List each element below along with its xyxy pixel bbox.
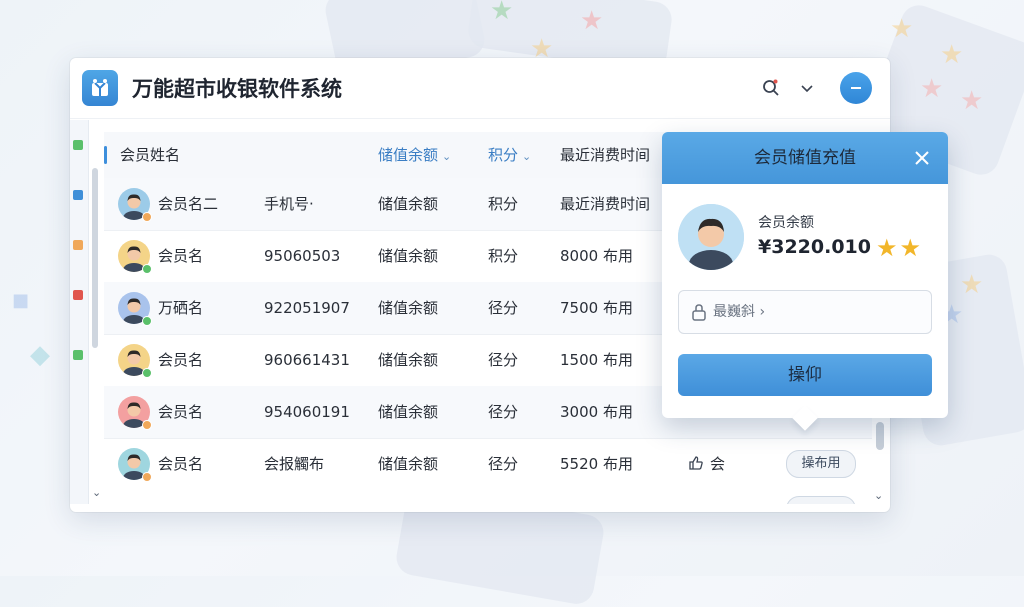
status-badge bbox=[142, 368, 152, 378]
member-balance: 储值余额 bbox=[378, 195, 439, 213]
table-row[interactable] bbox=[104, 490, 872, 504]
member-phone: 手机号· bbox=[264, 195, 314, 213]
lock-icon bbox=[691, 303, 707, 325]
star-decoration-icon: ★ bbox=[490, 0, 514, 26]
member-balance: 储值余额 bbox=[378, 403, 439, 421]
member-last-visit: 8000 布用 bbox=[560, 247, 633, 265]
column-header-points[interactable]: 积分 ⌄ bbox=[488, 132, 531, 178]
member-name: 会员名 bbox=[158, 455, 204, 473]
member-name: 会员名二 bbox=[158, 195, 219, 213]
star-decoration-icon: ◆ bbox=[30, 340, 50, 370]
status-badge bbox=[142, 212, 152, 222]
title-bar: 万能超市收银软件系统 bbox=[70, 58, 890, 119]
close-icon[interactable] bbox=[910, 146, 934, 170]
app-logo-icon bbox=[82, 70, 118, 106]
sort-chevron-icon: ⌄ bbox=[522, 150, 532, 163]
status-badge bbox=[142, 264, 152, 274]
member-phone: 92205190​7 bbox=[264, 299, 350, 317]
scroll-down-icon[interactable]: ⌄ bbox=[874, 489, 883, 502]
search-icon[interactable] bbox=[760, 77, 782, 99]
thumbs-up-icon bbox=[689, 456, 703, 470]
member-balance: 储值余额 bbox=[378, 455, 439, 473]
member-phone: 95406019​1 bbox=[264, 403, 350, 421]
star-rating-icon: ★★ bbox=[876, 234, 924, 262]
left-scroll-down-icon[interactable]: ⌄ bbox=[92, 486, 101, 499]
star-decoration-icon: ★ bbox=[940, 40, 964, 70]
sort-chevron-icon: ⌄ bbox=[442, 150, 452, 163]
status-badge bbox=[142, 316, 152, 326]
member-balance: 储值余额 bbox=[378, 247, 439, 265]
popover-title: 会员储值充值 bbox=[754, 148, 856, 168]
toolbar-marker[interactable] bbox=[73, 140, 83, 150]
scrollbar-thumb[interactable] bbox=[876, 422, 884, 450]
input-placeholder: 最巍斜 › bbox=[713, 304, 766, 320]
member-points: 积分 bbox=[488, 195, 519, 213]
header-accent bbox=[104, 146, 107, 164]
member-phone: 95060503 bbox=[264, 247, 341, 265]
status-badge bbox=[142, 472, 152, 482]
member-points: 径分 bbox=[488, 455, 519, 473]
table-row[interactable]: 会员名 会报觸布 储值余额 径分 5520 布用 会 操布用 bbox=[104, 438, 872, 491]
balance-label: 会员余额 bbox=[758, 215, 814, 231]
star-decoration-icon: ★ bbox=[960, 86, 984, 116]
toolbar-marker[interactable] bbox=[73, 290, 83, 300]
member-last-visit: 1500 布用 bbox=[560, 351, 633, 369]
recharge-popover: 会员储值充值 会员余额 ¥3220.010 ★★ 最巍斜 › 操仰 bbox=[662, 132, 948, 431]
left-scrollbar[interactable] bbox=[92, 168, 98, 348]
member-phone: 96066143​1 bbox=[264, 351, 350, 369]
member-balance: 储值余额 bbox=[378, 299, 439, 317]
member-last-visit: 3000 布用 bbox=[560, 403, 633, 421]
member-phone: 会报觸布 bbox=[264, 455, 325, 473]
member-avatar bbox=[678, 204, 744, 270]
member-name: 会员名 bbox=[158, 351, 204, 369]
column-header-balance[interactable]: 储值余额 ⌄ bbox=[378, 132, 451, 178]
toolbar-marker[interactable] bbox=[73, 350, 83, 360]
toolbar-marker[interactable] bbox=[73, 190, 83, 200]
like-label: 会 bbox=[710, 455, 726, 473]
member-points: 积分 bbox=[488, 247, 519, 265]
recharge-amount-input[interactable]: 最巍斜 › bbox=[678, 290, 932, 334]
star-decoration-icon: ★ bbox=[920, 74, 944, 104]
minimize-button[interactable] bbox=[840, 72, 872, 104]
star-decoration-icon: ■ bbox=[12, 290, 30, 311]
member-balance: 储值余额 bbox=[378, 351, 439, 369]
member-last-visit: 5520 布用 bbox=[560, 455, 633, 473]
star-decoration-icon: ★ bbox=[960, 270, 984, 300]
like-cell[interactable]: 会 bbox=[688, 438, 725, 490]
status-badge bbox=[142, 420, 152, 430]
confirm-recharge-button[interactable]: 操仰 bbox=[678, 354, 932, 396]
star-decoration-icon: ★ bbox=[580, 6, 604, 36]
member-name: 会员名 bbox=[158, 247, 204, 265]
member-name: 万硒名 bbox=[158, 299, 204, 317]
member-name: 会员名 bbox=[158, 403, 204, 421]
member-last-visit: 最近消费时间 bbox=[560, 195, 651, 213]
member-points: 径分 bbox=[488, 299, 519, 317]
app-title: 万能超市收银软件系统 bbox=[132, 77, 342, 101]
balance-value: ¥3220.010 bbox=[758, 236, 871, 258]
column-header-name[interactable]: 会员姓名 bbox=[120, 132, 180, 178]
row-action-button[interactable] bbox=[786, 496, 856, 504]
member-points: 径分 bbox=[488, 351, 519, 369]
toolbar-marker[interactable] bbox=[73, 240, 83, 250]
column-header-last-visit[interactable]: 最近消费时间 bbox=[560, 132, 650, 178]
member-last-visit: 7500 布用 bbox=[560, 299, 633, 317]
row-action-button[interactable]: 操布用 bbox=[786, 450, 856, 478]
member-points: 径分 bbox=[488, 403, 519, 421]
left-toolbar bbox=[70, 120, 89, 504]
chevron-down-icon[interactable] bbox=[796, 77, 818, 99]
star-decoration-icon: ★ bbox=[890, 14, 914, 44]
